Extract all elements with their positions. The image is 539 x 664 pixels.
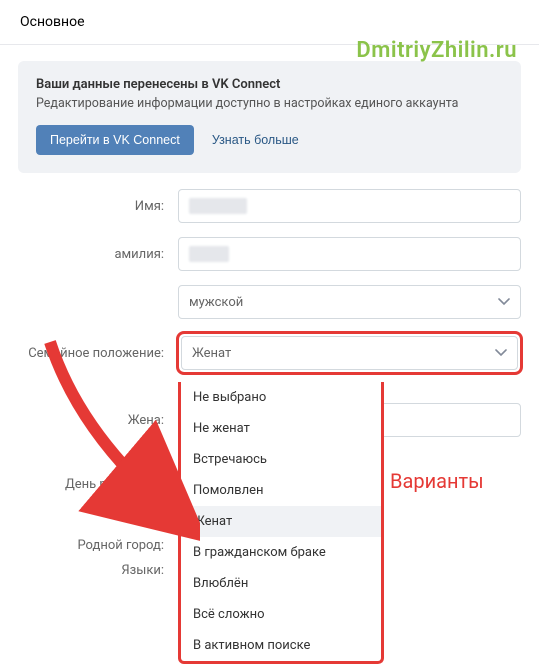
- blurred-surname-value: [189, 246, 229, 262]
- dropdown-item[interactable]: В активном поиске: [181, 630, 381, 661]
- select-marital-value: Женат: [192, 346, 231, 361]
- row-marital: Семейное положение: Женат: [18, 333, 521, 373]
- dropdown-item[interactable]: Встречаюсь: [181, 444, 381, 475]
- go-to-vk-connect-button[interactable]: Перейти в VK Connect: [36, 125, 194, 155]
- select-marital[interactable]: Женат: [181, 336, 518, 370]
- marital-dropdown: Не выбраноНе женатВстречаюсьПомолвленЖен…: [178, 382, 384, 664]
- watermark-text: DmitriyZhilin.ru: [356, 38, 517, 63]
- notice-desc: Редактирование информации доступно в нас…: [36, 96, 503, 111]
- label-name: Имя:: [18, 199, 178, 214]
- dropdown-item[interactable]: Влюблён: [181, 568, 381, 599]
- variants-annotation: Варианты: [390, 469, 484, 493]
- label-birthday: День рождения:: [18, 477, 178, 492]
- dropdown-item[interactable]: Женат: [181, 506, 381, 537]
- label-hometown: Родной город:: [18, 538, 178, 553]
- dropdown-item[interactable]: Не женат: [181, 413, 381, 444]
- dropdown-item[interactable]: Всё сложно: [181, 599, 381, 630]
- select-gender[interactable]: мужской: [178, 285, 521, 319]
- notice-actions: Перейти в VK Connect Узнать больше: [36, 125, 503, 155]
- row-surname: амилия:: [18, 237, 521, 271]
- vk-connect-notice: Ваши данные перенесены в VK Connect Реда…: [18, 61, 521, 173]
- learn-more-link[interactable]: Узнать больше: [212, 133, 299, 147]
- row-gender: мужской: [18, 285, 521, 319]
- label-marital: Семейное положение:: [18, 346, 178, 361]
- dropdown-item[interactable]: Не выбрано: [181, 382, 381, 413]
- blurred-name-value: [189, 198, 247, 214]
- profile-form: Имя: амилия: мужской Семейное положение:…: [0, 189, 539, 578]
- label-wife: Жена:: [18, 413, 178, 428]
- label-surname: амилия:: [18, 247, 178, 262]
- notice-title: Ваши данные перенесены в VK Connect: [36, 77, 503, 92]
- label-languages: Языки:: [18, 563, 178, 578]
- input-surname[interactable]: [178, 237, 521, 271]
- dropdown-item[interactable]: Помолвлен: [181, 475, 381, 506]
- chevron-down-icon: [498, 298, 510, 306]
- chevron-down-icon: [495, 349, 507, 357]
- dropdown-item[interactable]: В гражданском браке: [181, 537, 381, 568]
- select-gender-value: мужской: [189, 295, 243, 310]
- input-name[interactable]: [178, 189, 521, 223]
- row-name: Имя:: [18, 189, 521, 223]
- marital-highlight: Женат: [176, 331, 523, 375]
